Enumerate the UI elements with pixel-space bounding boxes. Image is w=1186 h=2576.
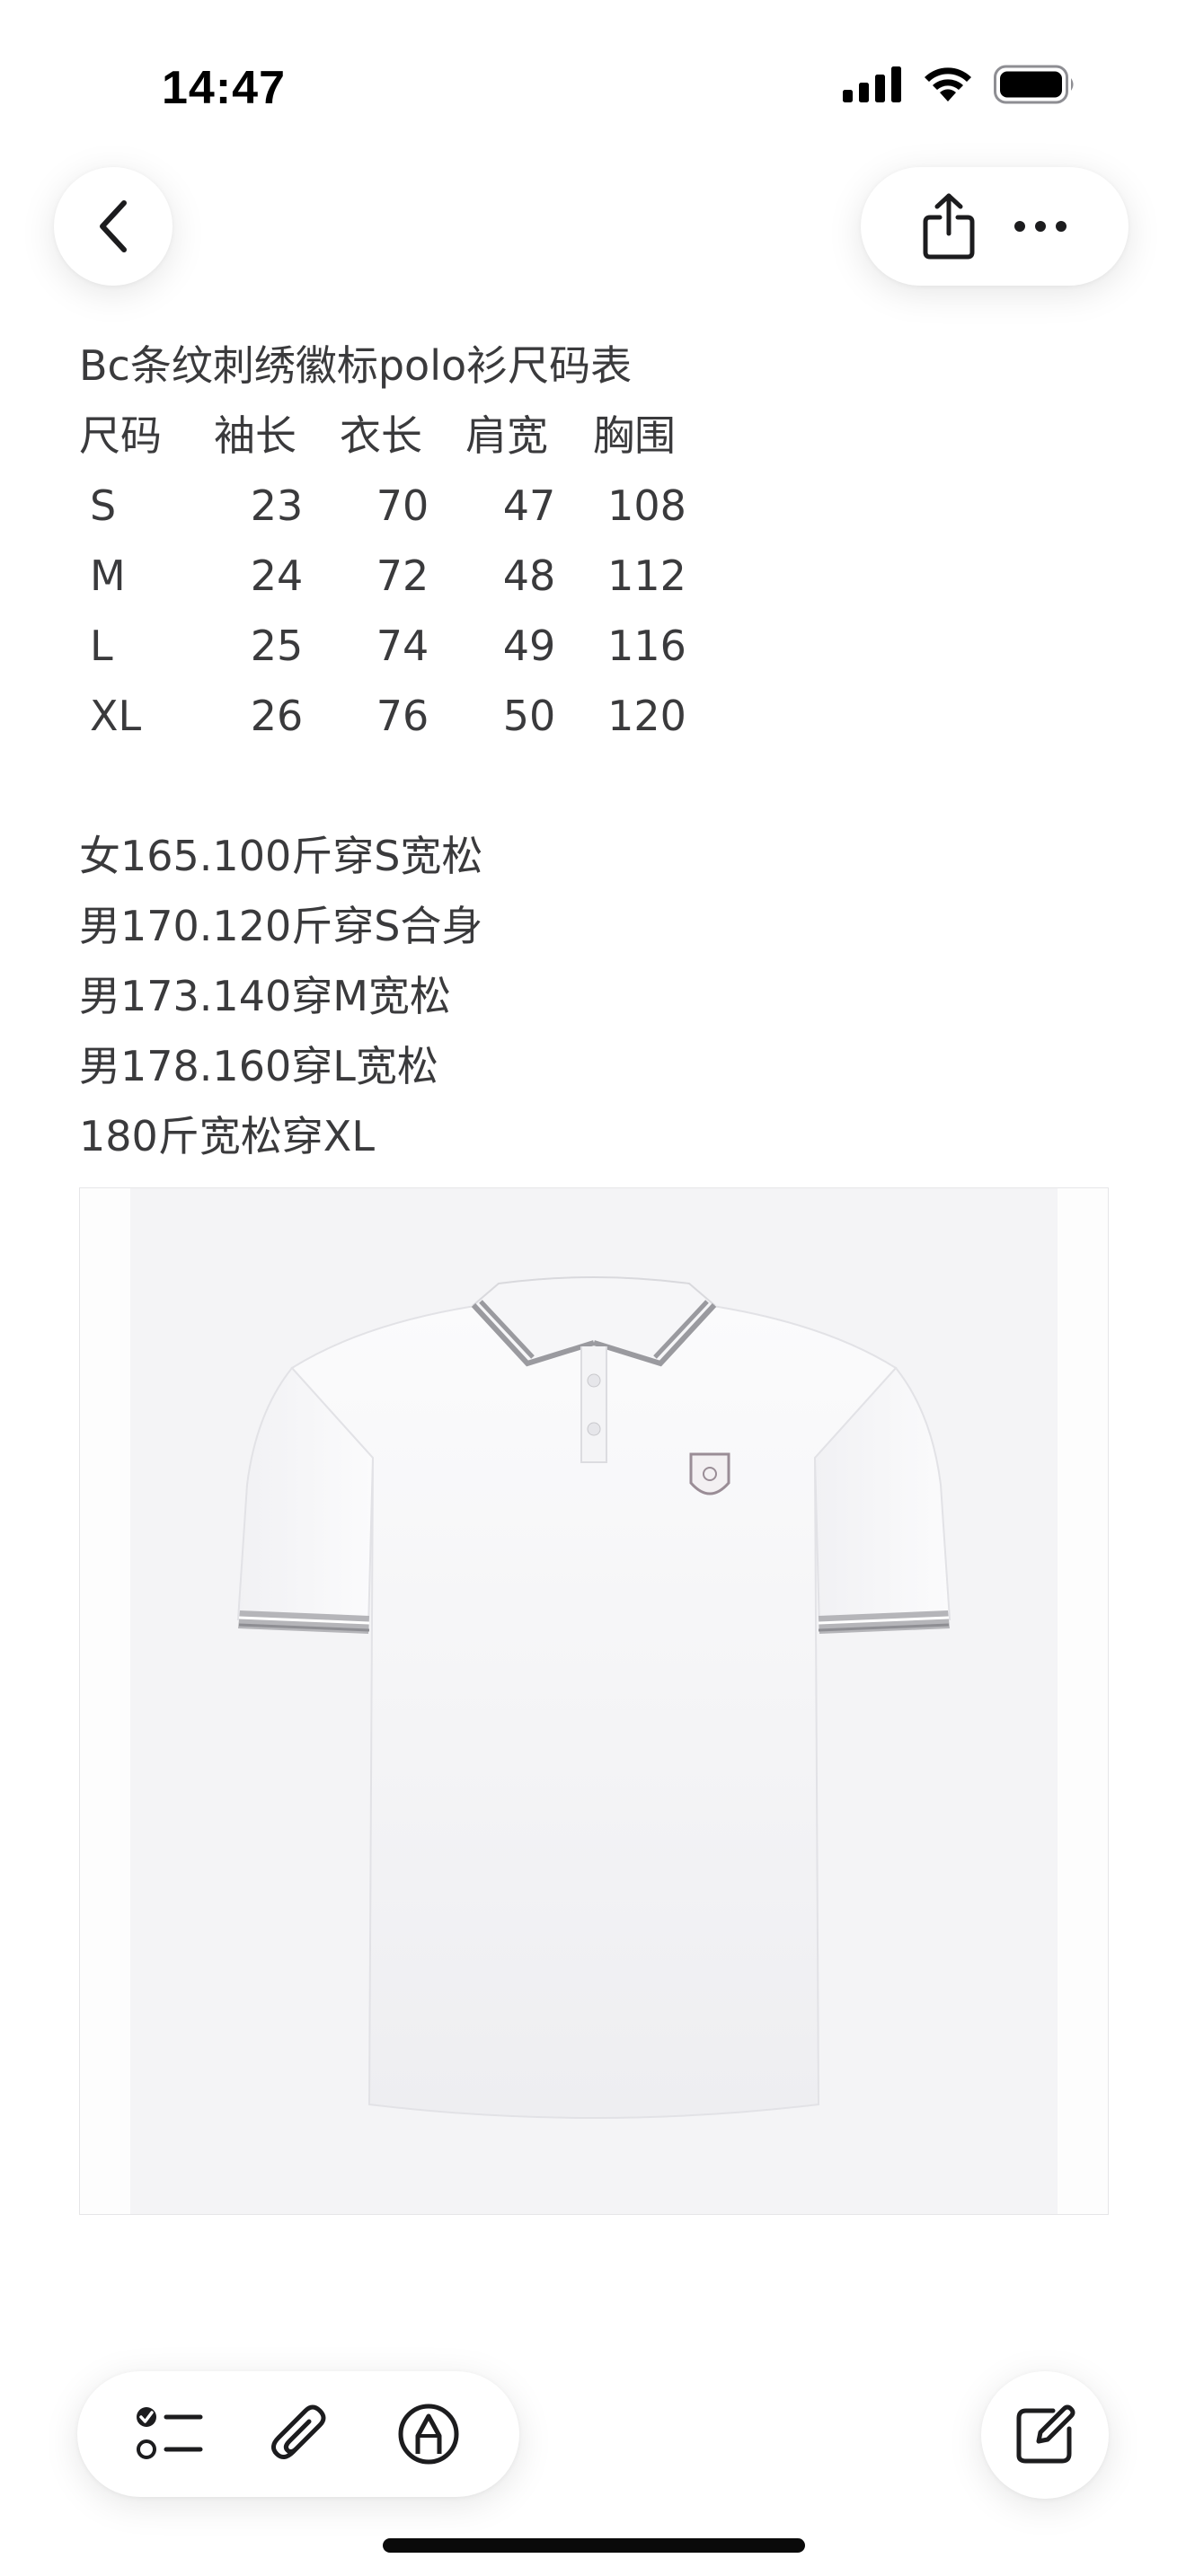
battery-icon (994, 65, 1076, 104)
compose-icon (1013, 2404, 1076, 2466)
table-cell: 25 (250, 622, 304, 670)
table-cell: 48 (502, 551, 556, 600)
size-table-header: 尺码 袖长 衣长 肩宽 胸围 (79, 401, 701, 471)
header-chest: 胸围 (593, 411, 676, 460)
recommendation-line: 女165.100斤穿S宽松 (79, 832, 483, 880)
wifi-icon (922, 66, 974, 103)
ellipsis-icon[interactable] (1013, 219, 1068, 234)
table-cell: S (90, 481, 117, 530)
table-cell: 24 (250, 551, 304, 600)
table-row: XL 26 76 50 120 (79, 681, 701, 751)
table-row: M 24 72 48 112 (79, 541, 701, 611)
pen-markup-icon[interactable] (396, 2402, 461, 2466)
back-button[interactable] (54, 167, 173, 286)
table-cell: 72 (376, 551, 429, 600)
product-photo[interactable] (79, 1187, 1109, 2215)
bottom-toolbar (77, 2371, 519, 2497)
nav-actions (861, 167, 1128, 286)
note-title: Bc条纹刺绣徽标polo衫尺码表 (79, 341, 633, 390)
table-cell: 112 (607, 551, 686, 600)
compose-button[interactable] (981, 2371, 1109, 2499)
table-cell: 70 (376, 481, 429, 530)
paperclip-icon[interactable] (268, 2400, 332, 2468)
recommendation-line: 男173.140穿M宽松 (79, 972, 451, 1020)
cellular-signal-icon (843, 66, 902, 102)
table-cell: 47 (502, 481, 556, 530)
header-sleeve: 袖长 (214, 411, 296, 460)
status-icons (843, 65, 1076, 104)
header-size: 尺码 (79, 411, 162, 460)
header-length: 衣长 (340, 411, 422, 460)
size-table: 尺码 袖长 衣长 肩宽 胸围 S 23 70 47 108 M 24 72 48… (79, 401, 701, 751)
header-shoulder: 肩宽 (465, 411, 548, 460)
recommendation-line: 180斤宽松穿XL (79, 1112, 375, 1160)
note-body[interactable]: Bc条纹刺绣徽标polo衫尺码表 尺码 袖长 衣长 肩宽 胸围 S 23 70 … (79, 331, 1112, 1171)
home-indicator[interactable] (383, 2538, 805, 2553)
share-icon[interactable] (921, 192, 977, 260)
checklist-icon[interactable] (136, 2403, 204, 2466)
status-time: 14:47 (162, 62, 286, 114)
polo-shirt-image (236, 1276, 951, 2119)
table-cell: 50 (502, 692, 556, 740)
table-cell: M (90, 551, 126, 600)
chevron-left-icon (93, 198, 133, 255)
table-cell: 23 (250, 481, 304, 530)
table-cell: 49 (502, 622, 556, 670)
table-cell: L (90, 622, 113, 670)
table-cell: 26 (250, 692, 304, 740)
table-cell: 120 (607, 692, 686, 740)
table-cell: 116 (607, 622, 686, 670)
phone-screen: 14:47 Bc条纹刺绣徽标polo衫尺码表 尺码 袖长 衣长 肩宽 胸围 S … (0, 0, 1186, 2576)
table-cell: XL (90, 692, 142, 740)
table-cell: 108 (607, 481, 686, 530)
table-row: L 25 74 49 116 (79, 611, 701, 681)
recommendation-line: 男170.120斤穿S合身 (79, 902, 483, 950)
table-row: S 23 70 47 108 (79, 471, 701, 541)
table-cell: 76 (376, 692, 429, 740)
photo-background (130, 1188, 1058, 2214)
recommendation-line: 男178.160穿L宽松 (79, 1042, 438, 1090)
table-cell: 74 (376, 622, 429, 670)
